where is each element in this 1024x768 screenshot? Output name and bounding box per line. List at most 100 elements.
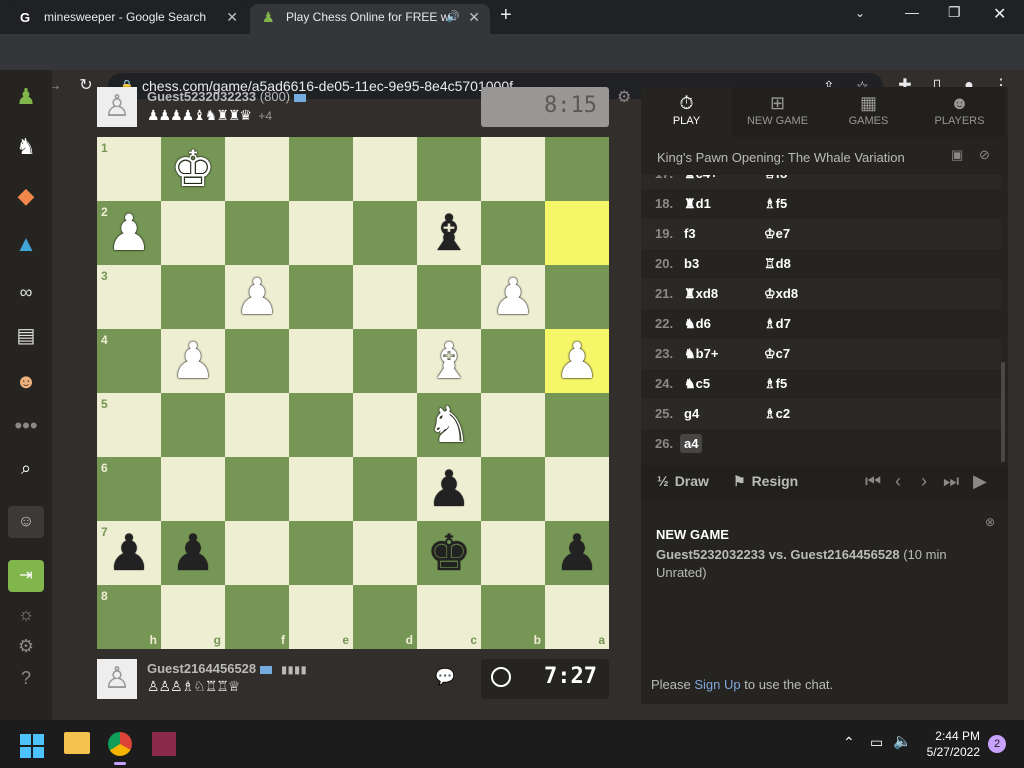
move-list-scrollbar[interactable] [1001,362,1005,462]
square-f5[interactable] [225,393,289,457]
black-move[interactable]: ♔f8 [764,175,787,182]
square-b4[interactable] [481,329,545,393]
book-icon[interactable]: ▣ [951,147,963,163]
restore-icon[interactable]: ❐ [948,4,961,21]
notification-badge[interactable]: 2 [988,735,1006,753]
square-b8[interactable]: b [481,585,545,649]
square-d6[interactable] [353,457,417,521]
last-move-icon[interactable]: ⏭ [943,471,959,492]
settings-icon[interactable]: ⚙ [10,630,42,662]
square-a8[interactable]: a [545,585,609,649]
square-a6[interactable] [545,457,609,521]
square-a5[interactable] [545,393,609,457]
square-e1[interactable] [289,137,353,201]
social-icon[interactable]: ☻ [10,366,42,398]
square-b1[interactable] [481,137,545,201]
square-f6[interactable] [225,457,289,521]
white-move[interactable]: ♜c4+ [684,175,718,182]
square-d4[interactable] [353,329,417,393]
square-a2[interactable] [545,201,609,265]
white-move[interactable]: g4 [684,406,699,421]
chat-bubble-icon[interactable]: 💬 [435,667,455,687]
square-f7[interactable] [225,521,289,585]
square-d8[interactable]: d [353,585,417,649]
reload-icon[interactable]: ↻ [76,76,96,96]
network-icon[interactable]: ▭ [870,734,883,751]
sign-in-icon[interactable]: ⇥ [8,560,44,592]
white-move[interactable]: ♜d1 [684,196,711,212]
black-move[interactable]: ♗f5 [764,376,787,392]
tab-play[interactable]: ⏱ PLAY [641,87,732,137]
first-move-icon[interactable]: ⏮ [865,471,881,492]
black-piece-a7[interactable]: ♟ [545,521,609,585]
system-clock[interactable]: 2:44 PM 5/27/2022 [910,728,980,760]
square-b2[interactable] [481,201,545,265]
audio-icon[interactable]: 🔊 [446,4,460,30]
previous-move-icon[interactable]: ‹ [895,471,901,492]
square-d7[interactable] [353,521,417,585]
square-h6[interactable]: 6 [97,457,161,521]
square-a1[interactable] [545,137,609,201]
white-piece-b3[interactable]: ♟ [481,265,545,329]
play-moves-icon[interactable]: ▶ [973,471,987,492]
square-e4[interactable] [289,329,353,393]
opening-name[interactable]: King's Pawn Opening: The Whale Variation [657,150,905,165]
learn-icon[interactable]: ▲ [10,228,42,260]
square-d5[interactable] [353,393,417,457]
next-move-icon[interactable]: › [921,471,927,492]
theme-icon[interactable]: ☼ [10,598,42,630]
white-move[interactable]: f3 [684,226,696,241]
news-icon[interactable]: ▤ [10,320,42,352]
more-icon[interactable]: ••• [10,410,42,442]
white-move[interactable]: a4 [680,434,703,453]
tab-new-game[interactable]: ⊞ NEW GAME [732,87,823,137]
close-tab-icon[interactable]: ✕ [468,4,480,30]
white-move[interactable]: ♞c5 [684,376,710,392]
white-piece-c5[interactable]: ♞ [417,393,481,457]
draw-button[interactable]: ½ Draw [657,473,709,489]
square-d1[interactable] [353,137,417,201]
square-f8[interactable]: f [225,585,289,649]
square-g5[interactable] [161,393,225,457]
black-move[interactable]: ♔c7 [764,346,790,362]
square-e3[interactable] [289,265,353,329]
file-explorer-icon[interactable] [64,732,90,754]
white-piece-c4[interactable]: ♝ [417,329,481,393]
chesscom-logo-icon[interactable]: ♟ [10,82,42,114]
black-move[interactable]: ♔e7 [764,226,790,242]
black-piece-g7[interactable]: ♟ [161,521,225,585]
chess-board[interactable]: 1 2 3 4 5 6 7 8 h g f e d c b a ♚ ♟ ♝ ♟ ♟ ♟ ♝ ♟ ♞ ♟ ♟ ♟ ♚ ♟ [97,137,609,649]
browser-tab-chess[interactable]: ♟ Play Chess Online for FREE w 🔊 ✕ [250,4,490,34]
square-e8[interactable]: e [289,585,353,649]
square-g3[interactable] [161,265,225,329]
white-piece-h2[interactable]: ♟ [97,201,161,265]
square-b6[interactable] [481,457,545,521]
black-piece-c7[interactable]: ♚ [417,521,481,585]
white-piece-a4[interactable]: ♟ [545,329,609,393]
winrar-icon[interactable] [152,732,176,756]
white-move[interactable]: ♜xd8 [684,286,718,302]
black-move[interactable]: ♗d7 [764,316,791,332]
black-move[interactable]: ♗f5 [764,196,787,212]
square-h1[interactable]: 1 [97,137,161,201]
tray-chevron-icon[interactable]: ⌃ [843,734,855,751]
square-c1[interactable] [417,137,481,201]
sign-up-link[interactable]: Sign Up [694,677,740,692]
start-icon[interactable] [20,734,44,758]
browser-tab-search[interactable]: G minesweeper - Google Search ✕ [8,4,248,34]
add-friend-icon[interactable]: ☺ [8,506,44,538]
chrome-icon[interactable] [108,732,132,756]
square-c8[interactable]: c [417,585,481,649]
white-move[interactable]: b3 [684,256,699,271]
resign-button[interactable]: ⚑ Resign [733,473,798,490]
square-e2[interactable] [289,201,353,265]
black-move[interactable]: ♔xd8 [764,286,798,302]
black-piece-c2[interactable]: ♝ [417,201,481,265]
close-tab-icon[interactable]: ✕ [226,4,238,30]
square-e5[interactable] [289,393,353,457]
top-player-avatar[interactable]: ♙ [97,87,137,127]
square-a3[interactable] [545,265,609,329]
puzzles-icon[interactable]: ◆ [10,180,42,212]
black-move[interactable]: ♗c2 [764,406,790,422]
explore-icon[interactable]: ⊘ [979,147,990,163]
